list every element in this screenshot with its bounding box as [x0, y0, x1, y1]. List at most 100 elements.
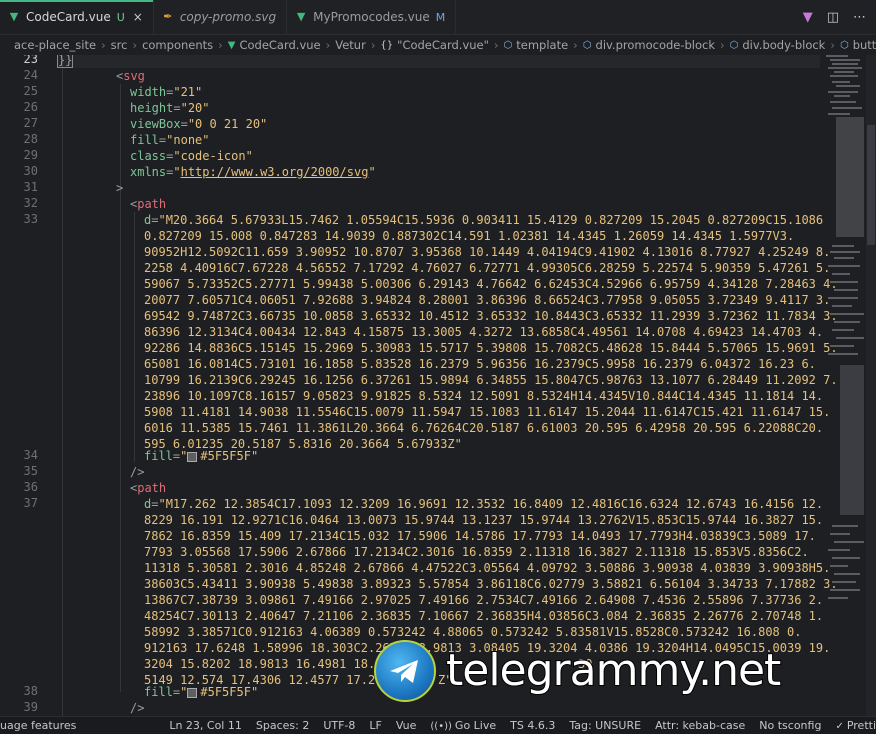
- status-bar: uage features Ln 23, Col 11 Spaces: 2 UT…: [0, 716, 876, 734]
- code-line: >: [116, 180, 123, 196]
- breadcrumb-label: CodeCard.vue: [239, 38, 321, 52]
- split-editor-icon[interactable]: ◫: [827, 10, 839, 25]
- path-data-line: 92286 14.8836C5.15145 15.2969 5.30983 15…: [144, 341, 838, 355]
- path-data-line: 8229 16.191 12.9271C16.0464 13.0073 15.9…: [144, 513, 824, 527]
- minimap[interactable]: [822, 55, 866, 716]
- path-data-line: 69542 9.74872C3.66735 10.0858 3.65332 10…: [144, 309, 838, 323]
- tab-mypromocodes-vue[interactable]: ▼ MyPromocodes.vue M: [287, 0, 457, 34]
- code-line: />: [130, 464, 144, 480]
- code-token: #5F5F5F: [200, 449, 251, 463]
- breadcrumb-item[interactable]: ⬡ template: [504, 38, 569, 52]
- code-token: width: [130, 85, 167, 99]
- code-token: fill: [144, 449, 173, 463]
- code-token: ": [250, 685, 259, 699]
- scrollbar-thumb[interactable]: [867, 125, 875, 245]
- indentation-status[interactable]: Spaces: 2: [249, 719, 316, 732]
- encoding-status[interactable]: UTF-8: [316, 719, 362, 732]
- code-token: height: [130, 101, 174, 115]
- untracked-badge: U: [116, 10, 125, 24]
- code-line: d="M17.262 12.3854C17.1093 12.3209 16.96…: [144, 496, 823, 512]
- code-token: "code-icon": [173, 149, 253, 163]
- code-token: ": [180, 449, 188, 463]
- prettier-label: Pretti: [846, 719, 876, 732]
- path-data-line: 10799 16.2139C6.29245 16.1256 6.37261 15…: [144, 373, 838, 387]
- code-line: d="M20.3664 5.67933L15.7462 1.05594C15.5…: [144, 212, 823, 228]
- path-data-line: 59067 5.73352C5.27771 5.99438 5.00306 6.…: [144, 277, 838, 291]
- breadcrumb-item[interactable]: {} "CodeCard.vue": [380, 38, 488, 52]
- path-data-line: 48254C7.30113 2.40647 7.21106 2.36835 7.…: [144, 609, 824, 623]
- code-area[interactable]: }} <svg width="21" height="20" viewBox="…: [56, 55, 838, 716]
- line-number: 27: [23, 116, 38, 130]
- line-number: 36: [23, 480, 38, 494]
- path-data-line: 6016 11.5385 15.7461 11.3861L20.3664 6.7…: [144, 421, 824, 435]
- code-editor[interactable]: 23 24 25 26 27 28 29 30 31 32 33 34 35 3…: [0, 55, 876, 716]
- tag-casing-status[interactable]: Tag: UNSURE: [562, 719, 648, 732]
- vue-icon: ▼: [9, 10, 19, 23]
- code-line: <path: [130, 196, 166, 212]
- tab-codecard-vue[interactable]: ▼ CodeCard.vue U ×: [0, 0, 154, 34]
- line-number: 37: [23, 496, 38, 510]
- code-token: xmlns: [130, 165, 167, 179]
- line-number: 25: [23, 84, 38, 98]
- prisma-icon[interactable]: ▼: [803, 10, 813, 25]
- line-number: 28: [23, 132, 38, 146]
- code-token: "20": [180, 101, 210, 115]
- more-actions-icon[interactable]: ⋯: [853, 10, 866, 25]
- line-number-gutter: 23 24 25 26 27 28 29 30 31 32 33 34 35 3…: [0, 55, 46, 716]
- line-number: 34: [23, 448, 38, 462]
- breadcrumb-item[interactable]: ▼ CodeCard.vue: [228, 38, 321, 52]
- line-number: 32: [23, 196, 38, 210]
- tsconfig-status[interactable]: No tsconfig: [752, 719, 828, 732]
- chevron-right-icon: ›: [101, 38, 106, 52]
- line-number: 29: [23, 148, 38, 162]
- breadcrumb-label: template: [516, 38, 569, 52]
- code-line: fill=" #5F5F5F": [144, 448, 258, 464]
- code-token: viewBox: [130, 117, 181, 131]
- tab-bar: ▼ CodeCard.vue U × ✒ copy-promo.svg ▼ My…: [0, 0, 876, 35]
- eol-status[interactable]: LF: [362, 719, 388, 732]
- chevron-right-icon: ›: [325, 38, 331, 52]
- tab-copy-promo-svg[interactable]: ✒ copy-promo.svg: [154, 0, 288, 34]
- code-token: path: [137, 197, 167, 211]
- chevron-right-icon: ›: [493, 38, 499, 52]
- code-line: <svg: [116, 68, 145, 84]
- code-token: />: [130, 465, 145, 479]
- close-icon[interactable]: ×: [133, 10, 143, 24]
- vertical-scrollbar[interactable]: [866, 55, 876, 716]
- path-data-line: 58992 3.38571C0.912163 4.06389 0.573242 …: [144, 625, 802, 639]
- breadcrumb-item[interactable]: ⬡button.promocode: [840, 38, 876, 52]
- code-token: svg: [123, 69, 145, 83]
- code-token: ": [180, 685, 188, 699]
- xmlns-link[interactable]: http://www.w3.org/2000/svg: [181, 165, 369, 179]
- breadcrumb-item[interactable]: ⬡ div.body-block: [730, 38, 826, 52]
- go-live-button[interactable]: ((•)) Go Live: [423, 719, 503, 732]
- language-mode[interactable]: Vue: [389, 719, 424, 732]
- language-features-status[interactable]: uage features: [0, 719, 83, 732]
- color-swatch[interactable]: [187, 687, 198, 698]
- cursor-position[interactable]: Ln 23, Col 11: [162, 719, 249, 732]
- code-line: fill="none": [130, 132, 210, 148]
- path-data-line: 0.827209 15.008 0.847283 14.9039 0.88730…: [144, 229, 795, 243]
- typescript-version[interactable]: TS 4.6.3: [503, 719, 562, 732]
- breadcrumb-item[interactable]: src: [111, 38, 128, 52]
- attr-casing-status[interactable]: Attr: kebab-case: [648, 719, 752, 732]
- element-icon: ⬡: [839, 39, 849, 51]
- prettier-status[interactable]: ✓ Pretti: [828, 719, 876, 732]
- vue-icon: ▼: [296, 10, 306, 23]
- code-token: "21": [173, 85, 203, 99]
- chevron-right-icon: ›: [573, 38, 578, 52]
- breadcrumb-item[interactable]: Vetur: [335, 38, 366, 52]
- chevron-right-icon: ›: [132, 38, 138, 52]
- tab-label: copy-promo.svg: [179, 10, 277, 24]
- modified-badge: M: [435, 10, 446, 24]
- breadcrumb-item[interactable]: ⬡ div.promocode-block: [583, 38, 715, 52]
- editor-window: ▼ CodeCard.vue U × ✒ copy-promo.svg ▼ My…: [0, 0, 876, 734]
- code-token: >: [116, 181, 124, 195]
- breadcrumb-item[interactable]: components: [142, 38, 213, 52]
- code-line: fill=" #5F5F5F": [144, 684, 258, 700]
- indent-guide: [120, 84, 121, 692]
- color-swatch[interactable]: [187, 451, 198, 462]
- path-data-line: "M17.262 12.3854C17.1093 12.3209 16.9691…: [158, 497, 824, 511]
- breadcrumb-item[interactable]: ace-place_site: [14, 38, 96, 52]
- breadcrumb-label: div.promocode-block: [595, 38, 716, 52]
